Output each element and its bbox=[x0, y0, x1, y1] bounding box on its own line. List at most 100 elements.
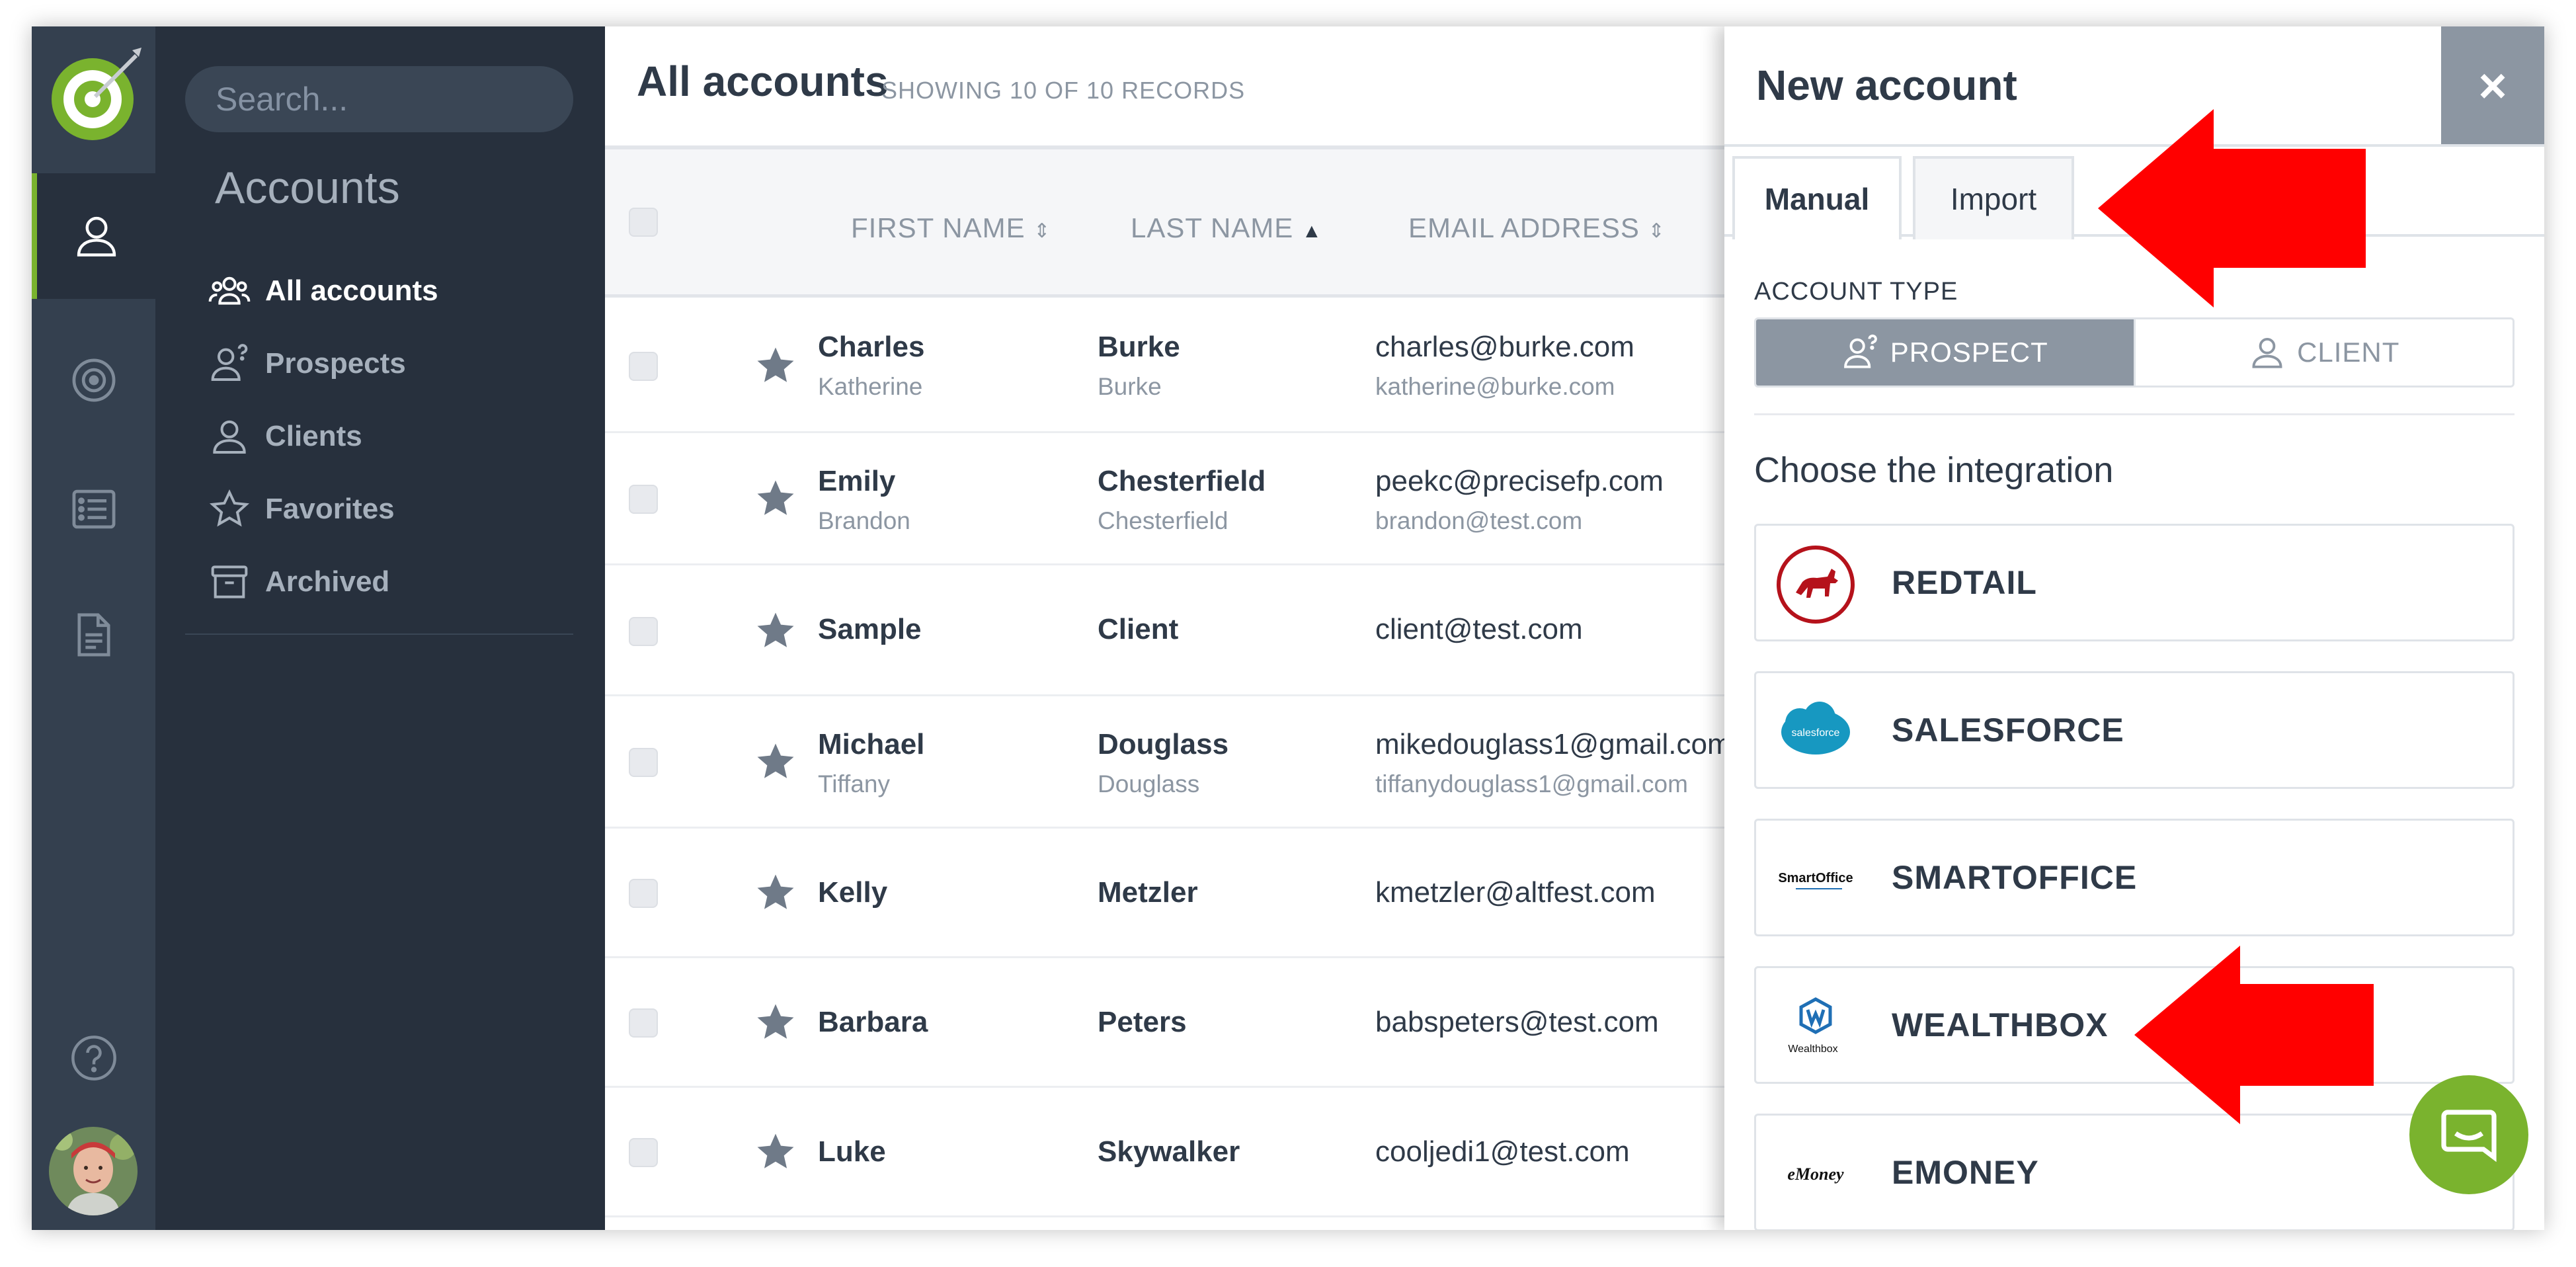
last-name[interactable]: Burke Burke bbox=[1098, 331, 1180, 401]
last-name[interactable]: Douglass Douglass bbox=[1098, 728, 1228, 798]
sidebar-item-label: All accounts bbox=[265, 274, 438, 307]
email[interactable]: mikedouglass1@gmail.com tiffanydouglass1@… bbox=[1375, 728, 1732, 798]
annotation-arrow-import bbox=[2098, 109, 2366, 307]
first-name[interactable]: Sample bbox=[818, 613, 922, 646]
wealthbox-logo-icon: Wealthbox bbox=[1776, 987, 1855, 1067]
nav-goals[interactable] bbox=[32, 317, 155, 443]
sidebar-item-archived[interactable]: Archived bbox=[208, 555, 389, 608]
svg-text:eMoney: eMoney bbox=[1787, 1165, 1844, 1184]
first-name[interactable]: Kelly bbox=[818, 876, 887, 909]
row-checkbox[interactable] bbox=[629, 879, 658, 908]
star-icon[interactable] bbox=[754, 1130, 797, 1174]
integration-name: SMARTOFFICE bbox=[1892, 859, 2138, 896]
last-name[interactable]: Chesterfield Chesterfield bbox=[1098, 465, 1266, 535]
integration-salesforce[interactable]: salesforce SALESFORCE bbox=[1754, 671, 2515, 789]
sidebar-item-favorites[interactable]: Favorites bbox=[208, 483, 395, 536]
last-name[interactable]: Metzler bbox=[1098, 876, 1198, 909]
search-input[interactable]: Search... bbox=[185, 66, 573, 132]
column-email[interactable]: EMAIL ADDRESS ⇕ bbox=[1408, 212, 1666, 244]
smartoffice-logo-icon: SmartOffice bbox=[1776, 840, 1855, 919]
close-button[interactable]: × bbox=[2441, 26, 2544, 144]
column-last-name[interactable]: LAST NAME ▲ bbox=[1131, 212, 1322, 244]
account-type-toggle: PROSPECT CLIENT bbox=[1754, 317, 2515, 388]
email[interactable]: charles@burke.com katherine@burke.com bbox=[1375, 331, 1634, 401]
chat-icon bbox=[2441, 1110, 2497, 1163]
email[interactable]: client@test.com bbox=[1375, 613, 1583, 646]
sidebar-item-all-accounts[interactable]: All accounts bbox=[208, 265, 438, 317]
first-name[interactable]: Charles Katherine bbox=[818, 331, 924, 401]
user-icon bbox=[77, 216, 116, 257]
row-checkbox[interactable] bbox=[629, 352, 658, 381]
chat-button[interactable] bbox=[2409, 1075, 2528, 1194]
email[interactable]: peekc@precisefp.com brandon@test.com bbox=[1375, 465, 1664, 535]
nav-documents[interactable] bbox=[32, 572, 155, 698]
star-icon[interactable] bbox=[754, 477, 797, 520]
type-client-button[interactable]: CLIENT bbox=[2133, 319, 2513, 386]
question-icon bbox=[71, 1036, 116, 1081]
svg-text:SmartOffice: SmartOffice bbox=[1778, 871, 1853, 885]
select-all-checkbox[interactable] bbox=[629, 208, 658, 237]
integration-smartoffice[interactable]: SmartOffice SMARTOFFICE bbox=[1754, 819, 2515, 936]
integration-redtail[interactable]: REDTAIL bbox=[1754, 524, 2515, 641]
users-icon bbox=[208, 276, 251, 305]
star-icon[interactable] bbox=[754, 344, 797, 388]
panel-divider bbox=[1754, 413, 2515, 415]
first-name[interactable]: Luke bbox=[818, 1135, 886, 1168]
last-name[interactable]: Client bbox=[1098, 613, 1178, 646]
sidebar-item-prospects[interactable]: Prospects bbox=[208, 337, 406, 390]
integration-emoney[interactable]: eMoney EMONEY bbox=[1754, 1114, 2515, 1230]
list-icon bbox=[72, 489, 115, 529]
star-icon[interactable] bbox=[754, 1001, 797, 1044]
archive-icon bbox=[211, 565, 248, 598]
accounts-sidebar: Search... Accounts All accounts Prospect… bbox=[155, 26, 605, 1230]
row-checkbox[interactable] bbox=[629, 485, 658, 514]
icon-rail bbox=[32, 26, 155, 1230]
email[interactable]: babspeters@test.com bbox=[1375, 1006, 1659, 1039]
user-avatar[interactable] bbox=[49, 1127, 138, 1215]
choose-integration-label: Choose the integration bbox=[1754, 450, 2114, 490]
first-name[interactable]: Michael Tiffany bbox=[818, 728, 924, 798]
row-checkbox[interactable] bbox=[629, 1138, 658, 1167]
document-icon bbox=[77, 613, 110, 657]
last-name[interactable]: Peters bbox=[1098, 1006, 1187, 1039]
row-checkbox[interactable] bbox=[629, 748, 658, 777]
nav-lists[interactable] bbox=[32, 446, 155, 572]
annotation-arrow-wealthbox bbox=[2134, 946, 2374, 1124]
nav-accounts[interactable] bbox=[32, 173, 155, 299]
close-icon: × bbox=[2478, 58, 2507, 113]
star-icon bbox=[209, 489, 250, 527]
help-button[interactable] bbox=[32, 1005, 155, 1111]
svg-text:Wealthbox: Wealthbox bbox=[1788, 1043, 1837, 1055]
app-logo[interactable] bbox=[45, 45, 144, 144]
sort-icon: ⇕ bbox=[1648, 220, 1666, 242]
row-checkbox[interactable] bbox=[629, 1008, 658, 1038]
sidebar-item-label: Prospects bbox=[265, 347, 406, 380]
sort-ascending-icon: ▲ bbox=[1301, 220, 1322, 242]
first-name[interactable]: Emily Brandon bbox=[818, 465, 910, 535]
salesforce-logo-icon: salesforce bbox=[1776, 692, 1855, 772]
app-window: Search... Accounts All accounts Prospect… bbox=[32, 26, 2544, 1230]
integration-name: REDTAIL bbox=[1892, 564, 2037, 601]
sidebar-item-clients[interactable]: Clients bbox=[208, 410, 362, 463]
account-type-label: ACCOUNT TYPE bbox=[1754, 278, 1958, 306]
integration-name: WEALTHBOX bbox=[1892, 1006, 2109, 1043]
sidebar-item-label: Clients bbox=[265, 420, 362, 452]
last-name[interactable]: Skywalker bbox=[1098, 1135, 1240, 1168]
record-count: SHOWING 10 OF 10 RECORDS bbox=[881, 77, 1246, 104]
first-name[interactable]: Barbara bbox=[818, 1006, 928, 1039]
type-prospect-button[interactable]: PROSPECT bbox=[1756, 319, 2134, 386]
tab-manual[interactable]: Manual bbox=[1732, 156, 1902, 239]
star-icon[interactable] bbox=[754, 609, 797, 653]
star-icon[interactable] bbox=[754, 740, 797, 784]
sidebar-heading: Accounts bbox=[215, 163, 400, 213]
star-icon[interactable] bbox=[754, 871, 797, 915]
integration-name: SALESFORCE bbox=[1892, 712, 2124, 749]
sidebar-divider bbox=[185, 634, 573, 635]
email[interactable]: cooljedi1@test.com bbox=[1375, 1135, 1630, 1168]
tab-import[interactable]: Import bbox=[1913, 156, 2074, 239]
column-first-name[interactable]: FIRST NAME ⇕ bbox=[851, 212, 1051, 244]
email[interactable]: kmetzler@altfest.com bbox=[1375, 876, 1656, 909]
row-checkbox[interactable] bbox=[629, 617, 658, 646]
sidebar-item-label: Favorites bbox=[265, 493, 395, 525]
user-icon bbox=[213, 420, 246, 454]
